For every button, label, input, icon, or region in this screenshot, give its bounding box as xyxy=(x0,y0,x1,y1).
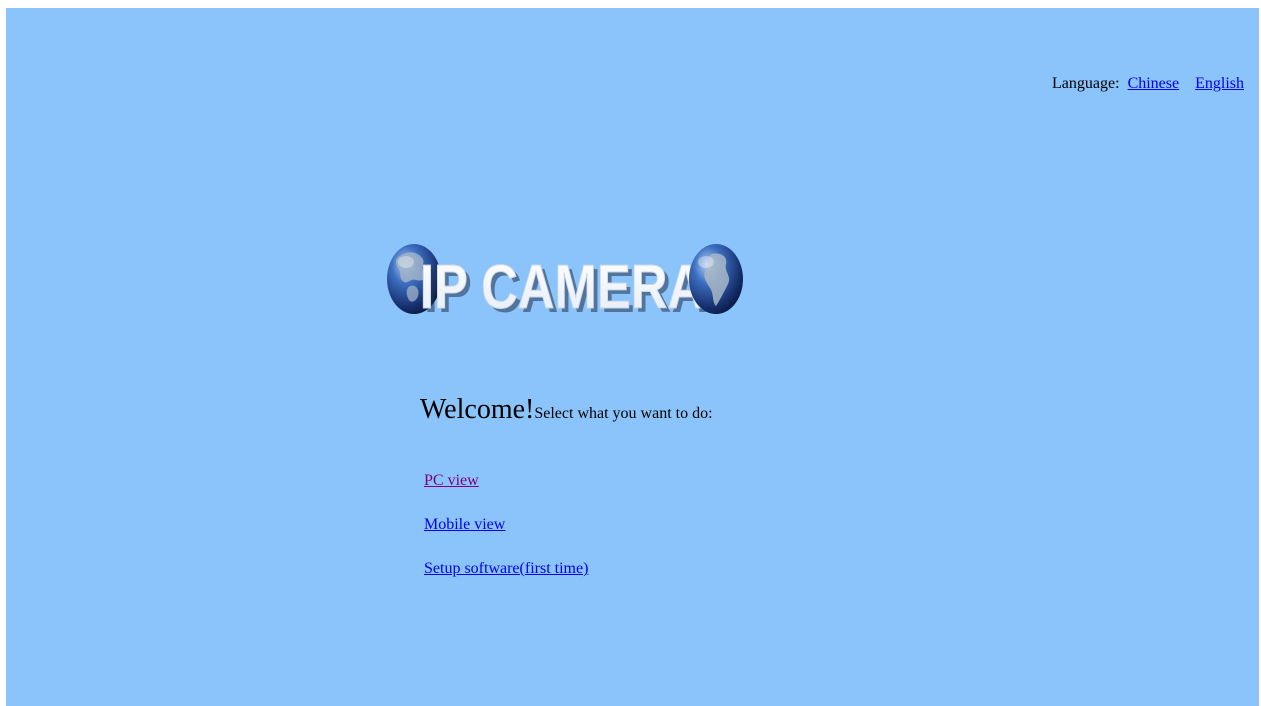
page-frame: Language: Chinese English IP CAMERA IP C… xyxy=(6,8,1259,706)
welcome-message: Welcome!Select what you want to do: xyxy=(420,394,713,426)
welcome-prompt: Select what you want to do: xyxy=(534,405,713,422)
logo-text: IP CAMERA xyxy=(420,253,704,322)
action-links: PC view Mobile view Setup software(first… xyxy=(424,470,588,602)
globe-icon xyxy=(689,244,743,314)
language-chinese-link[interactable]: Chinese xyxy=(1128,75,1180,92)
pc-view-link[interactable]: PC view xyxy=(424,470,588,491)
language-english-link[interactable]: English xyxy=(1195,75,1244,92)
setup-software-link[interactable]: Setup software(first time) xyxy=(424,558,588,579)
language-label: Language: xyxy=(1052,75,1120,92)
welcome-greeting: Welcome! xyxy=(420,394,535,425)
logo-text-group: IP CAMERA IP CAMERA xyxy=(419,253,708,322)
language-bar: Language: Chinese English xyxy=(1052,75,1244,93)
mobile-view-link[interactable]: Mobile view xyxy=(424,514,588,535)
ip-camera-logo: IP CAMERA IP CAMERA xyxy=(380,232,744,322)
logo-graphic: IP CAMERA IP CAMERA xyxy=(387,244,743,322)
